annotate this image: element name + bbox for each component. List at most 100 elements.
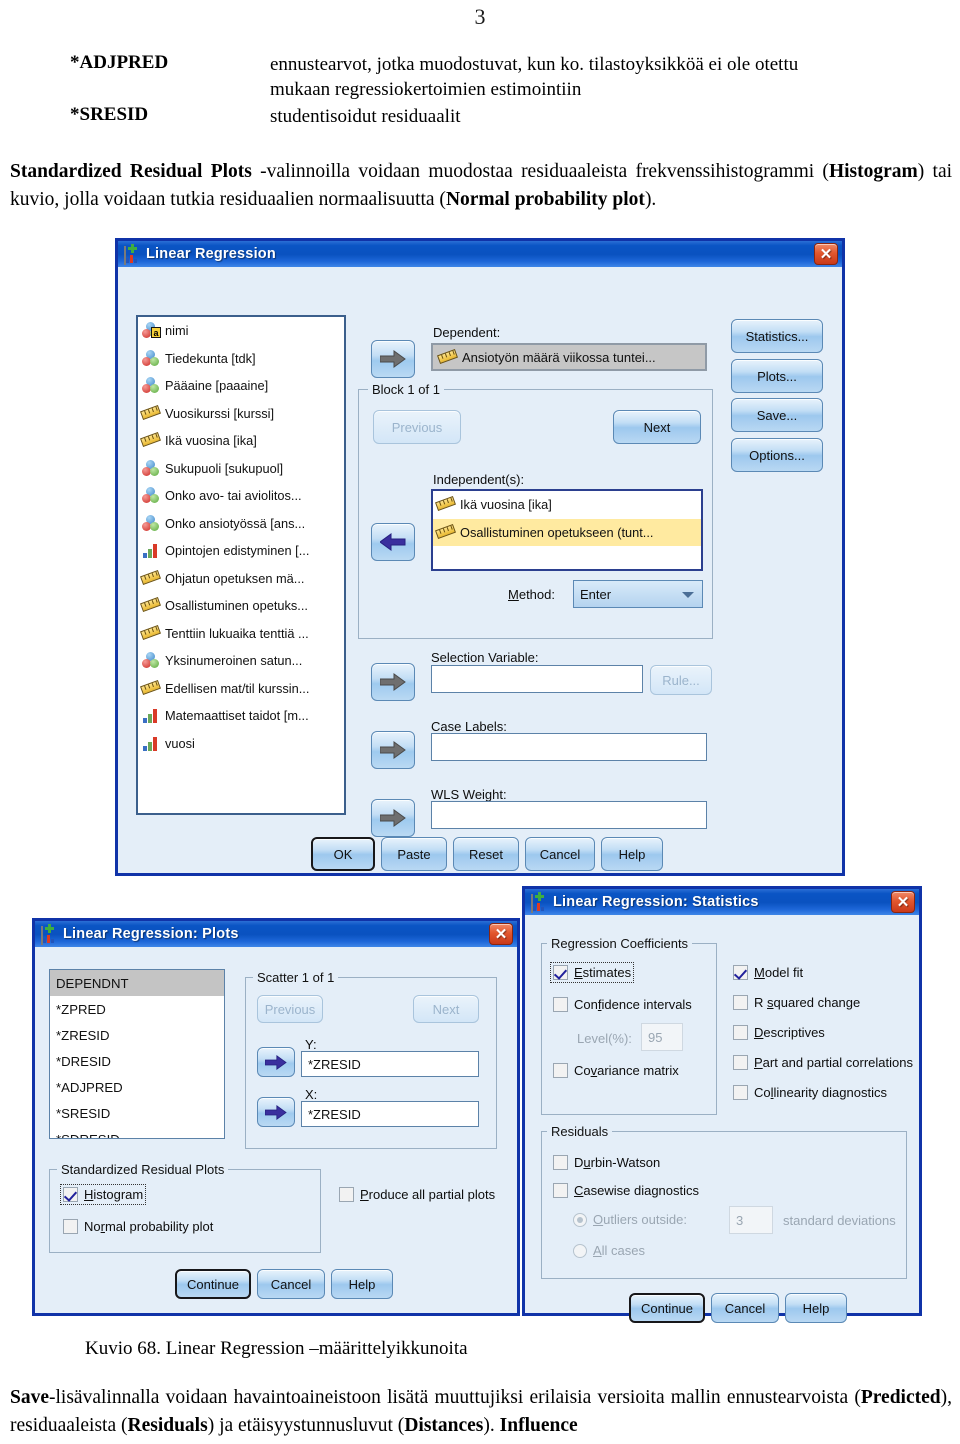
definition-term: *ADJPRED bbox=[70, 52, 169, 73]
collinearity-diagnostics-checkbox[interactable]: Collinearity diagnostics bbox=[733, 1085, 887, 1100]
list-item[interactable]: Ikä vuosina [ika] bbox=[433, 491, 701, 519]
list-item[interactable]: DEPENDNT bbox=[50, 970, 224, 996]
list-item[interactable]: Opintojen edistyminen [... bbox=[138, 537, 344, 565]
move-to-y-button[interactable] bbox=[257, 1047, 295, 1077]
bottom-bold-3: Residuals bbox=[127, 1414, 208, 1436]
titlebar: Linear Regression ✕ bbox=[115, 238, 845, 267]
list-item[interactable]: *ADJPRED bbox=[50, 1074, 224, 1100]
save-button[interactable]: Save... bbox=[731, 398, 823, 432]
list-item[interactable]: Tiedekunta [tdk] bbox=[138, 345, 344, 373]
plots-button[interactable]: Plots... bbox=[731, 359, 823, 393]
list-item[interactable]: *SDRESID bbox=[50, 1126, 224, 1139]
model-fit-checkbox[interactable]: Model fit bbox=[733, 965, 803, 980]
list-item[interactable]: Yksinumeroinen satun... bbox=[138, 647, 344, 675]
estimates-checkbox[interactable]: Estimates bbox=[549, 962, 635, 983]
all-cases-radio[interactable]: All cases bbox=[573, 1243, 645, 1258]
selection-variable-field[interactable] bbox=[431, 665, 643, 693]
rule-button[interactable]: Rule... bbox=[650, 665, 712, 695]
list-item[interactable]: Onko ansiotyössä [ans... bbox=[138, 510, 344, 538]
durbin-watson-checkbox[interactable]: Durbin-Watson bbox=[553, 1155, 660, 1170]
r-squared-change-checkbox[interactable]: R squared change bbox=[733, 995, 860, 1010]
list-item[interactable]: *ZPRED bbox=[50, 996, 224, 1022]
move-to-dependent-button[interactable] bbox=[371, 340, 415, 378]
source-variable-list[interactable]: a nimi Tiedekunta [tdk] Pääaine [paaaine]… bbox=[136, 315, 346, 815]
arrow-right-icon bbox=[380, 741, 406, 759]
variable-label: Ohjatun opetuksen mä... bbox=[165, 570, 305, 586]
plots-source-list[interactable]: DEPENDNT *ZPRED *ZRESID *DRESID *ADJPRED… bbox=[49, 969, 225, 1139]
move-to-independents-button[interactable] bbox=[371, 523, 415, 561]
list-item[interactable]: *ZRESID bbox=[50, 1022, 224, 1048]
descriptives-checkbox[interactable]: Descriptives bbox=[733, 1025, 825, 1040]
produce-all-partial-plots-checkbox[interactable]: Produce all partial plots bbox=[339, 1187, 495, 1202]
independents-list[interactable]: Ikä vuosina [ika] Osallistuminen opetuks… bbox=[431, 489, 703, 571]
list-item[interactable]: *DRESID bbox=[50, 1048, 224, 1074]
list-item[interactable]: Osallistuminen opetuks... bbox=[138, 592, 344, 620]
confidence-intervals-checkbox[interactable]: Confidence intervals bbox=[553, 997, 692, 1012]
part-and-partial-correlations-checkbox[interactable]: Part and partial correlations bbox=[733, 1055, 913, 1070]
outliers-outside-radio[interactable]: Outliers outside: bbox=[573, 1212, 687, 1227]
list-item[interactable]: Vuosikurssi [kurssi] bbox=[138, 400, 344, 428]
casewise-diagnostics-checkbox[interactable]: Casewise diagnostics bbox=[553, 1183, 699, 1198]
wls-weight-field[interactable] bbox=[431, 801, 707, 829]
y-axis-field[interactable]: *ZRESID bbox=[301, 1051, 479, 1077]
list-item[interactable]: vuosi bbox=[138, 730, 344, 758]
cancel-button[interactable]: Cancel bbox=[525, 837, 595, 871]
definition-desc-line1: studentisoidut residuaalit bbox=[270, 106, 461, 128]
dependent-field[interactable]: Ansiotyön määrä viikossa tuntei... bbox=[431, 343, 707, 371]
paste-button[interactable]: Paste bbox=[381, 837, 447, 871]
scale-variable-icon bbox=[437, 348, 458, 366]
outliers-value-field[interactable]: 3 bbox=[729, 1206, 773, 1234]
move-to-selection-variable-button[interactable] bbox=[371, 663, 415, 701]
normal-probability-plot-checkbox[interactable]: Normal probability plot bbox=[63, 1219, 213, 1234]
plots-cancel-button[interactable]: Cancel bbox=[257, 1269, 325, 1299]
move-to-wls-weight-button[interactable] bbox=[371, 799, 415, 837]
list-item[interactable]: Osallistuminen opetukseen (tunt... bbox=[433, 518, 701, 546]
statistics-cancel-button[interactable]: Cancel bbox=[711, 1293, 779, 1323]
cancel-label: Cancel bbox=[270, 1276, 312, 1292]
statistics-button[interactable]: Statistics... bbox=[731, 319, 823, 353]
list-item[interactable]: Tenttiin lukuaika tenttiä ... bbox=[138, 620, 344, 648]
list-item[interactable]: Ikä vuosina [ika] bbox=[138, 427, 344, 455]
plots-previous-button[interactable]: Previous bbox=[257, 995, 323, 1023]
close-icon[interactable]: ✕ bbox=[489, 923, 513, 945]
x-axis-field[interactable]: *ZRESID bbox=[301, 1101, 479, 1127]
options-button[interactable]: Options... bbox=[731, 438, 823, 472]
definition-row: *SRESID studentisoidut residuaalit bbox=[70, 104, 940, 129]
next-button[interactable]: Next bbox=[613, 410, 701, 444]
close-icon[interactable]: ✕ bbox=[891, 891, 915, 913]
list-item[interactable]: Edellisen mat/til kurssin... bbox=[138, 675, 344, 703]
case-labels-field[interactable] bbox=[431, 733, 707, 761]
method-select[interactable]: Enter bbox=[573, 580, 703, 608]
statistics-help-button[interactable]: Help bbox=[785, 1293, 847, 1323]
spss-window-icon bbox=[41, 923, 57, 945]
source-item-label: *SRESID bbox=[56, 1105, 111, 1121]
histogram-checkbox[interactable]: Histogram bbox=[59, 1184, 147, 1205]
statistics-continue-button[interactable]: Continue bbox=[629, 1293, 705, 1323]
covariance-matrix-checkbox[interactable]: Covariance matrix bbox=[553, 1063, 679, 1078]
list-item[interactable]: a nimi bbox=[138, 317, 344, 345]
continue-label: Continue bbox=[640, 1300, 694, 1316]
reset-button[interactable]: Reset bbox=[453, 837, 519, 871]
list-item[interactable]: Onko avo- tai aviolitos... bbox=[138, 482, 344, 510]
list-item[interactable]: Matemaattiset taidot [m... bbox=[138, 702, 344, 730]
help-label: Help bbox=[802, 1300, 830, 1316]
collinearity-diagnostics-label: Collinearity diagnostics bbox=[754, 1085, 887, 1100]
help-button[interactable]: Help bbox=[601, 837, 663, 871]
plots-next-button[interactable]: Next bbox=[413, 995, 479, 1023]
close-icon[interactable]: ✕ bbox=[814, 243, 838, 265]
plots-continue-button[interactable]: Continue bbox=[175, 1269, 251, 1299]
list-item[interactable]: *SRESID bbox=[50, 1100, 224, 1126]
level-field[interactable]: 95 bbox=[641, 1023, 683, 1051]
help-label: Help bbox=[618, 846, 646, 862]
ok-button[interactable]: OK bbox=[311, 837, 375, 871]
list-item[interactable]: Ohjatun opetuksen mä... bbox=[138, 565, 344, 593]
linear-regression-dialog: Linear Regression ✕ a nimi Tiedekunta [td… bbox=[115, 238, 845, 876]
previous-button[interactable]: Previous bbox=[373, 410, 461, 444]
list-item[interactable]: Pääaine [paaaine] bbox=[138, 372, 344, 400]
move-to-x-button[interactable] bbox=[257, 1097, 295, 1127]
para-bold-1: Standardized Residual Plots bbox=[10, 161, 252, 182]
plots-help-button[interactable]: Help bbox=[331, 1269, 393, 1299]
move-to-case-labels-button[interactable] bbox=[371, 731, 415, 769]
list-item[interactable]: Sukupuoli [sukupuol] bbox=[138, 455, 344, 483]
checkbox-icon bbox=[553, 965, 568, 980]
